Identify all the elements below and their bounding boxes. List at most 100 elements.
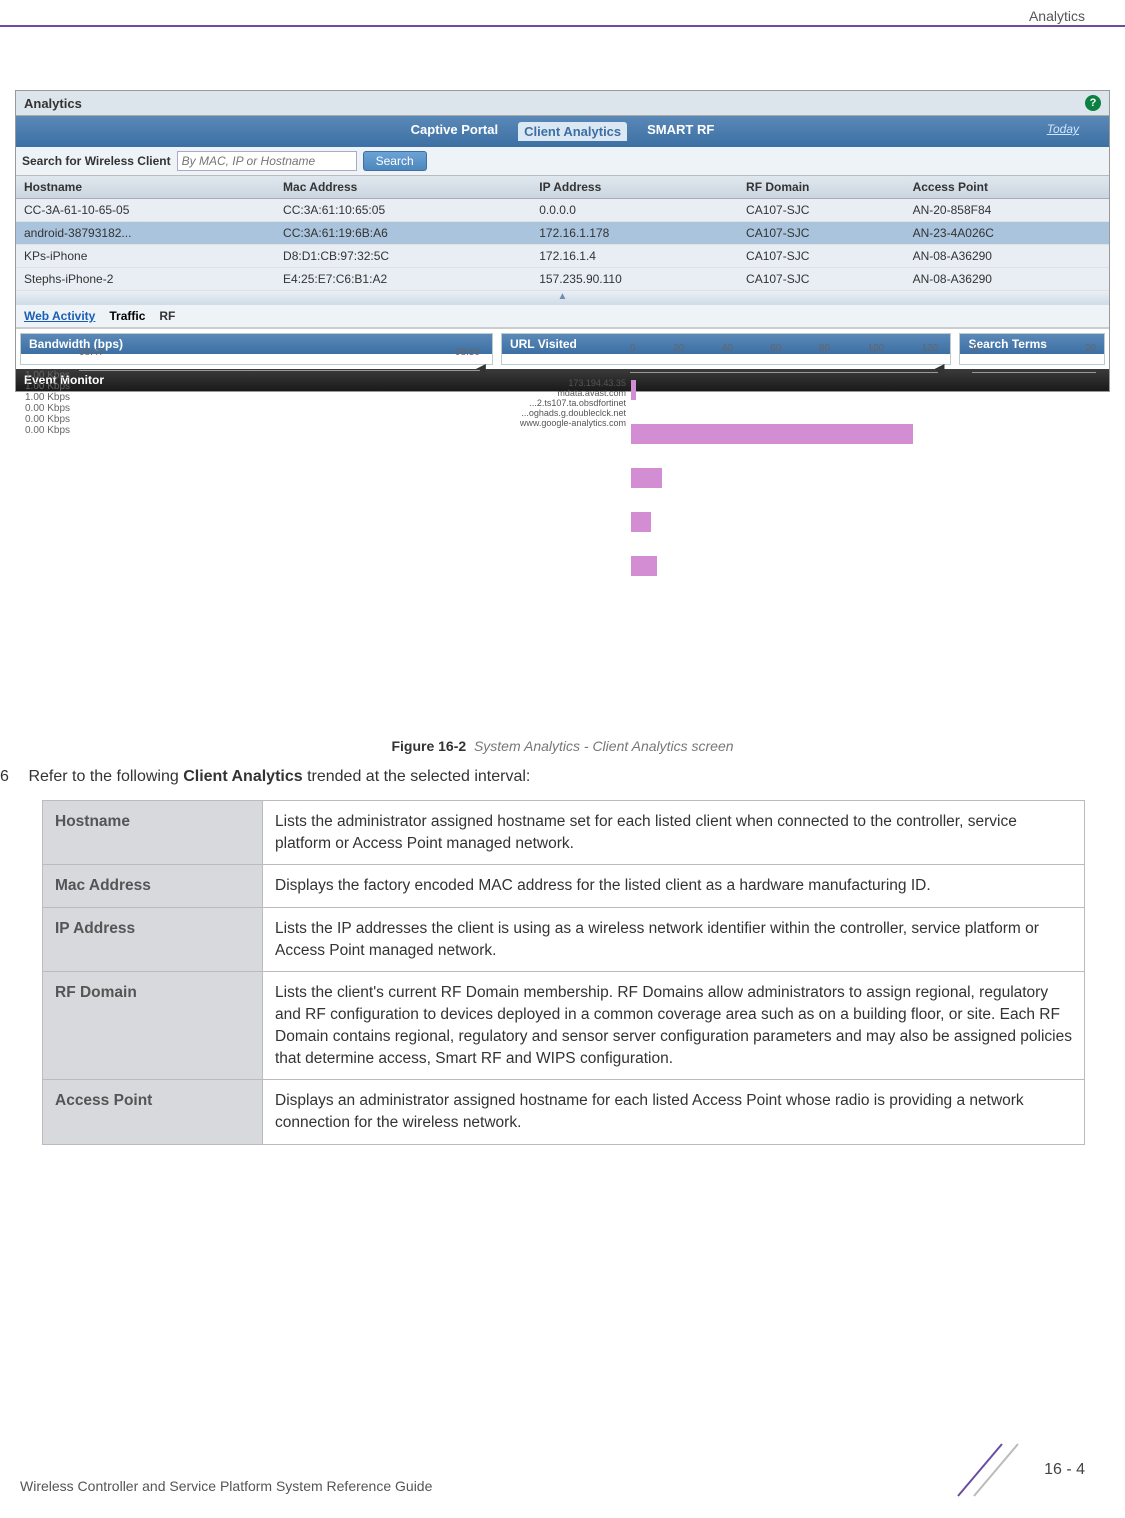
- axis-tick: 20: [673, 343, 684, 354]
- collapse-icon[interactable]: ◀: [934, 360, 945, 377]
- collapse-icon[interactable]: ◀: [475, 360, 486, 377]
- desc-value: Lists the administrator assigned hostnam…: [263, 801, 1085, 865]
- url-bar: [631, 424, 913, 444]
- axis-tick: 08:50: [455, 347, 480, 358]
- client-table: HostnameMac AddressIP AddressRF DomainAc…: [16, 176, 1109, 291]
- step-text-before: Refer to the following: [28, 768, 183, 785]
- app-title: Analytics: [24, 96, 82, 111]
- panel-bandwidth-body: ◀ 1.00 Kbps1.00 Kbps1.00 Kbps0.00 Kbps0.…: [21, 354, 492, 364]
- sub-tab-traffic[interactable]: Traffic: [109, 309, 145, 323]
- tab-captive-portal[interactable]: Captive Portal: [411, 122, 498, 141]
- axis-tick: 0: [630, 343, 636, 354]
- axis-tick: mdata.avast.com: [506, 388, 626, 398]
- axis-tick: 20: [1085, 343, 1096, 354]
- axis-tick: www.google-analytics.com: [506, 418, 626, 428]
- footer-page: 16 - 4: [946, 1442, 1085, 1498]
- main-tabs: Captive Portal Client Analytics SMART RF…: [16, 116, 1109, 147]
- sub-tab-web-activity[interactable]: Web Activity: [24, 309, 95, 323]
- tab-smart-rf[interactable]: SMART RF: [647, 122, 714, 141]
- table-row[interactable]: android-38793182...CC:3A:61:19:6B:A6172.…: [16, 222, 1109, 245]
- screenshot-container: Analytics ? Captive Portal Client Analyt…: [15, 90, 1110, 392]
- desc-key: RF Domain: [43, 972, 263, 1080]
- desc-row: HostnameLists the administrator assigned…: [43, 801, 1085, 865]
- page-header-section: Analytics: [1029, 8, 1085, 24]
- figure-label: Figure 16-2: [391, 738, 466, 754]
- table-row[interactable]: Stephs-iPhone-2E4:25:E7:C6:B1:A2157.235.…: [16, 268, 1109, 291]
- desc-key: Access Point: [43, 1080, 263, 1144]
- step-6-text: 6 Refer to the following Client Analytic…: [0, 768, 1085, 786]
- column-header[interactable]: IP Address: [531, 176, 738, 199]
- today-link[interactable]: Today: [1047, 122, 1079, 136]
- panel-bandwidth: Bandwidth (bps) ◀ 1.00 Kbps1.00 Kbps1.00…: [20, 333, 493, 365]
- table-cell: E4:25:E7:C6:B1:A2: [275, 268, 531, 291]
- desc-key: Mac Address: [43, 865, 263, 908]
- sub-tab-rf[interactable]: RF: [159, 309, 175, 323]
- axis-tick: 40: [722, 343, 733, 354]
- axis-tick: ...oghads.g.doubleclck.net: [506, 408, 626, 418]
- table-row[interactable]: CC-3A-61-10-65-05CC:3A:61:10:65:050.0.0.…: [16, 199, 1109, 222]
- table-cell: AN-23-4A026C: [905, 222, 1109, 245]
- table-cell: 0.0.0.0: [531, 199, 738, 222]
- table-cell: CC-3A-61-10-65-05: [16, 199, 275, 222]
- url-bar: [631, 512, 652, 532]
- sub-tabs: Web Activity Traffic RF: [16, 305, 1109, 328]
- step-bold: Client Analytics: [183, 768, 302, 785]
- table-cell: AN-20-858F84: [905, 199, 1109, 222]
- desc-value: Displays the factory encoded MAC address…: [263, 865, 1085, 908]
- footer-slash-icon: [946, 1442, 1026, 1498]
- search-button[interactable]: Search: [363, 151, 427, 171]
- axis-tick: 120: [922, 343, 939, 354]
- table-cell: Stephs-iPhone-2: [16, 268, 275, 291]
- table-cell: CC:3A:61:19:6B:A6: [275, 222, 531, 245]
- panel-urls-body: ◀ 173.194.43.35mdata.avast.com...2.ts107…: [502, 354, 951, 364]
- table-row[interactable]: KPs-iPhoneD8:D1:CB:97:32:5C172.16.1.4CA1…: [16, 245, 1109, 268]
- axis-tick: 1.00 Kbps: [25, 381, 70, 392]
- url-bar: [631, 468, 662, 488]
- axis-tick: 1.00 Kbps: [25, 370, 70, 381]
- url-bar: [631, 556, 657, 576]
- table-cell: CA107-SJC: [738, 199, 905, 222]
- desc-value: Lists the client's current RF Domain mem…: [263, 972, 1085, 1080]
- tab-client-analytics[interactable]: Client Analytics: [518, 122, 627, 141]
- column-header[interactable]: Access Point: [905, 176, 1109, 199]
- splitter-handle[interactable]: ▲: [16, 291, 1109, 305]
- column-header[interactable]: RF Domain: [738, 176, 905, 199]
- table-cell: CC:3A:61:10:65:05: [275, 199, 531, 222]
- axis-tick: 60: [770, 343, 781, 354]
- column-header[interactable]: Mac Address: [275, 176, 531, 199]
- figure-caption: Figure 16-2 System Analytics - Client An…: [0, 738, 1125, 754]
- table-cell: android-38793182...: [16, 222, 275, 245]
- desc-value: Displays an administrator assigned hostn…: [263, 1080, 1085, 1144]
- panels-row: Bandwidth (bps) ◀ 1.00 Kbps1.00 Kbps1.00…: [16, 328, 1109, 369]
- search-row: Search for Wireless Client Search: [16, 147, 1109, 176]
- axis-tick: 1.00 Kbps: [25, 392, 70, 403]
- help-icon[interactable]: ?: [1085, 95, 1101, 111]
- desc-row: Access PointDisplays an administrator as…: [43, 1080, 1085, 1144]
- search-label: Search for Wireless Client: [22, 154, 171, 168]
- panel-search-terms: Search Terms 020: [959, 333, 1105, 365]
- table-cell: AN-08-A36290: [905, 268, 1109, 291]
- column-header[interactable]: Hostname: [16, 176, 275, 199]
- table-cell: CA107-SJC: [738, 222, 905, 245]
- axis-tick: 173.194.43.35: [506, 378, 626, 388]
- desc-key: Hostname: [43, 801, 263, 865]
- table-cell: AN-08-A36290: [905, 245, 1109, 268]
- table-cell: KPs-iPhone: [16, 245, 275, 268]
- figure-caption-text: System Analytics - Client Analytics scre…: [474, 738, 734, 754]
- axis-tick: 08:47: [79, 347, 104, 358]
- axis-tick: ...2.ts107.ta.obsdfortinet: [506, 398, 626, 408]
- desc-row: IP AddressLists the IP addresses the cli…: [43, 908, 1085, 972]
- page-top-rule: [0, 25, 1125, 27]
- search-input[interactable]: [177, 151, 357, 171]
- axis-tick: 100: [868, 343, 885, 354]
- description-table: HostnameLists the administrator assigned…: [42, 800, 1085, 1145]
- axis-tick: 0.00 Kbps: [25, 403, 70, 414]
- panel-search-terms-body: 020: [960, 354, 1104, 364]
- desc-row: Mac AddressDisplays the factory encoded …: [43, 865, 1085, 908]
- desc-row: RF DomainLists the client's current RF D…: [43, 972, 1085, 1080]
- axis-tick: 0: [972, 343, 978, 354]
- desc-key: IP Address: [43, 908, 263, 972]
- footer-guide-title: Wireless Controller and Service Platform…: [20, 1478, 432, 1494]
- panel-urls: URL Visited ◀ 173.194.43.35mdata.avast.c…: [501, 333, 952, 365]
- app-titlebar: Analytics ?: [16, 91, 1109, 116]
